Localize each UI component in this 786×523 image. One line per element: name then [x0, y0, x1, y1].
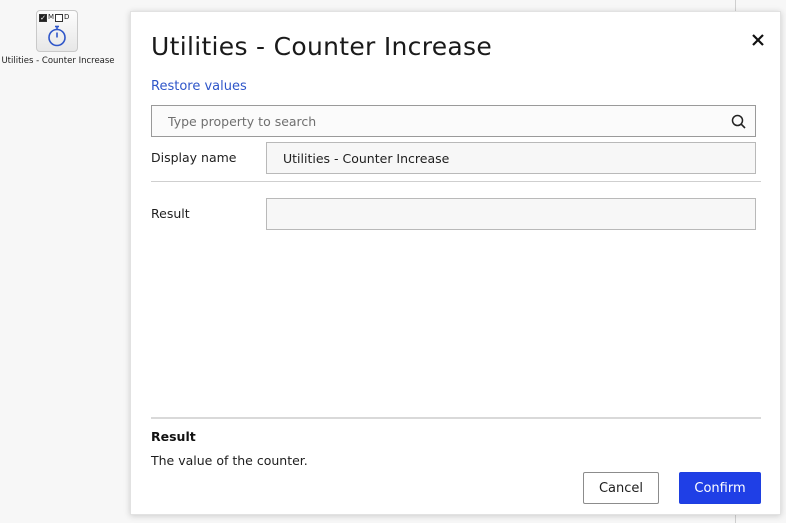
property-row-result: Result — [151, 198, 756, 230]
confirm-button[interactable]: Confirm — [679, 472, 761, 504]
help-title: Result — [151, 429, 196, 444]
activity-node[interactable]: ✓ M D Utilities - Counter Increase — [0, 10, 116, 66]
search-icon[interactable] — [731, 114, 746, 129]
d-flag-label: D — [64, 13, 70, 21]
activity-node-box[interactable]: ✓ M D — [36, 10, 78, 52]
activity-node-label: Utilities - Counter Increase — [1, 56, 115, 66]
d-flag-checkbox[interactable] — [55, 13, 64, 22]
property-search-input[interactable] — [152, 106, 722, 136]
help-description: The value of the counter. — [151, 453, 308, 468]
node-flags: ✓ M D — [39, 13, 69, 22]
property-search — [151, 105, 756, 137]
cancel-button[interactable]: Cancel — [583, 472, 659, 504]
property-row-display-name: Display name — [151, 142, 756, 174]
dialog-title: Utilities - Counter Increase — [151, 32, 493, 61]
properties-dialog: Utilities - Counter Increase Restore val… — [130, 11, 781, 515]
restore-values-link[interactable]: Restore values — [151, 79, 247, 94]
section-divider — [151, 181, 761, 182]
help-divider — [151, 417, 761, 419]
m-flag-label: M — [48, 13, 55, 21]
stopwatch-icon — [47, 25, 67, 51]
m-flag-checkbox[interactable]: ✓ — [39, 13, 47, 22]
display-name-label: Display name — [151, 150, 237, 165]
workflow-canvas[interactable]: ✓ M D Utilities - Counter Increase Utili… — [0, 0, 786, 523]
close-icon[interactable] — [750, 32, 766, 48]
display-name-field[interactable] — [266, 142, 756, 174]
result-label: Result — [151, 206, 190, 221]
result-field[interactable] — [266, 198, 756, 230]
